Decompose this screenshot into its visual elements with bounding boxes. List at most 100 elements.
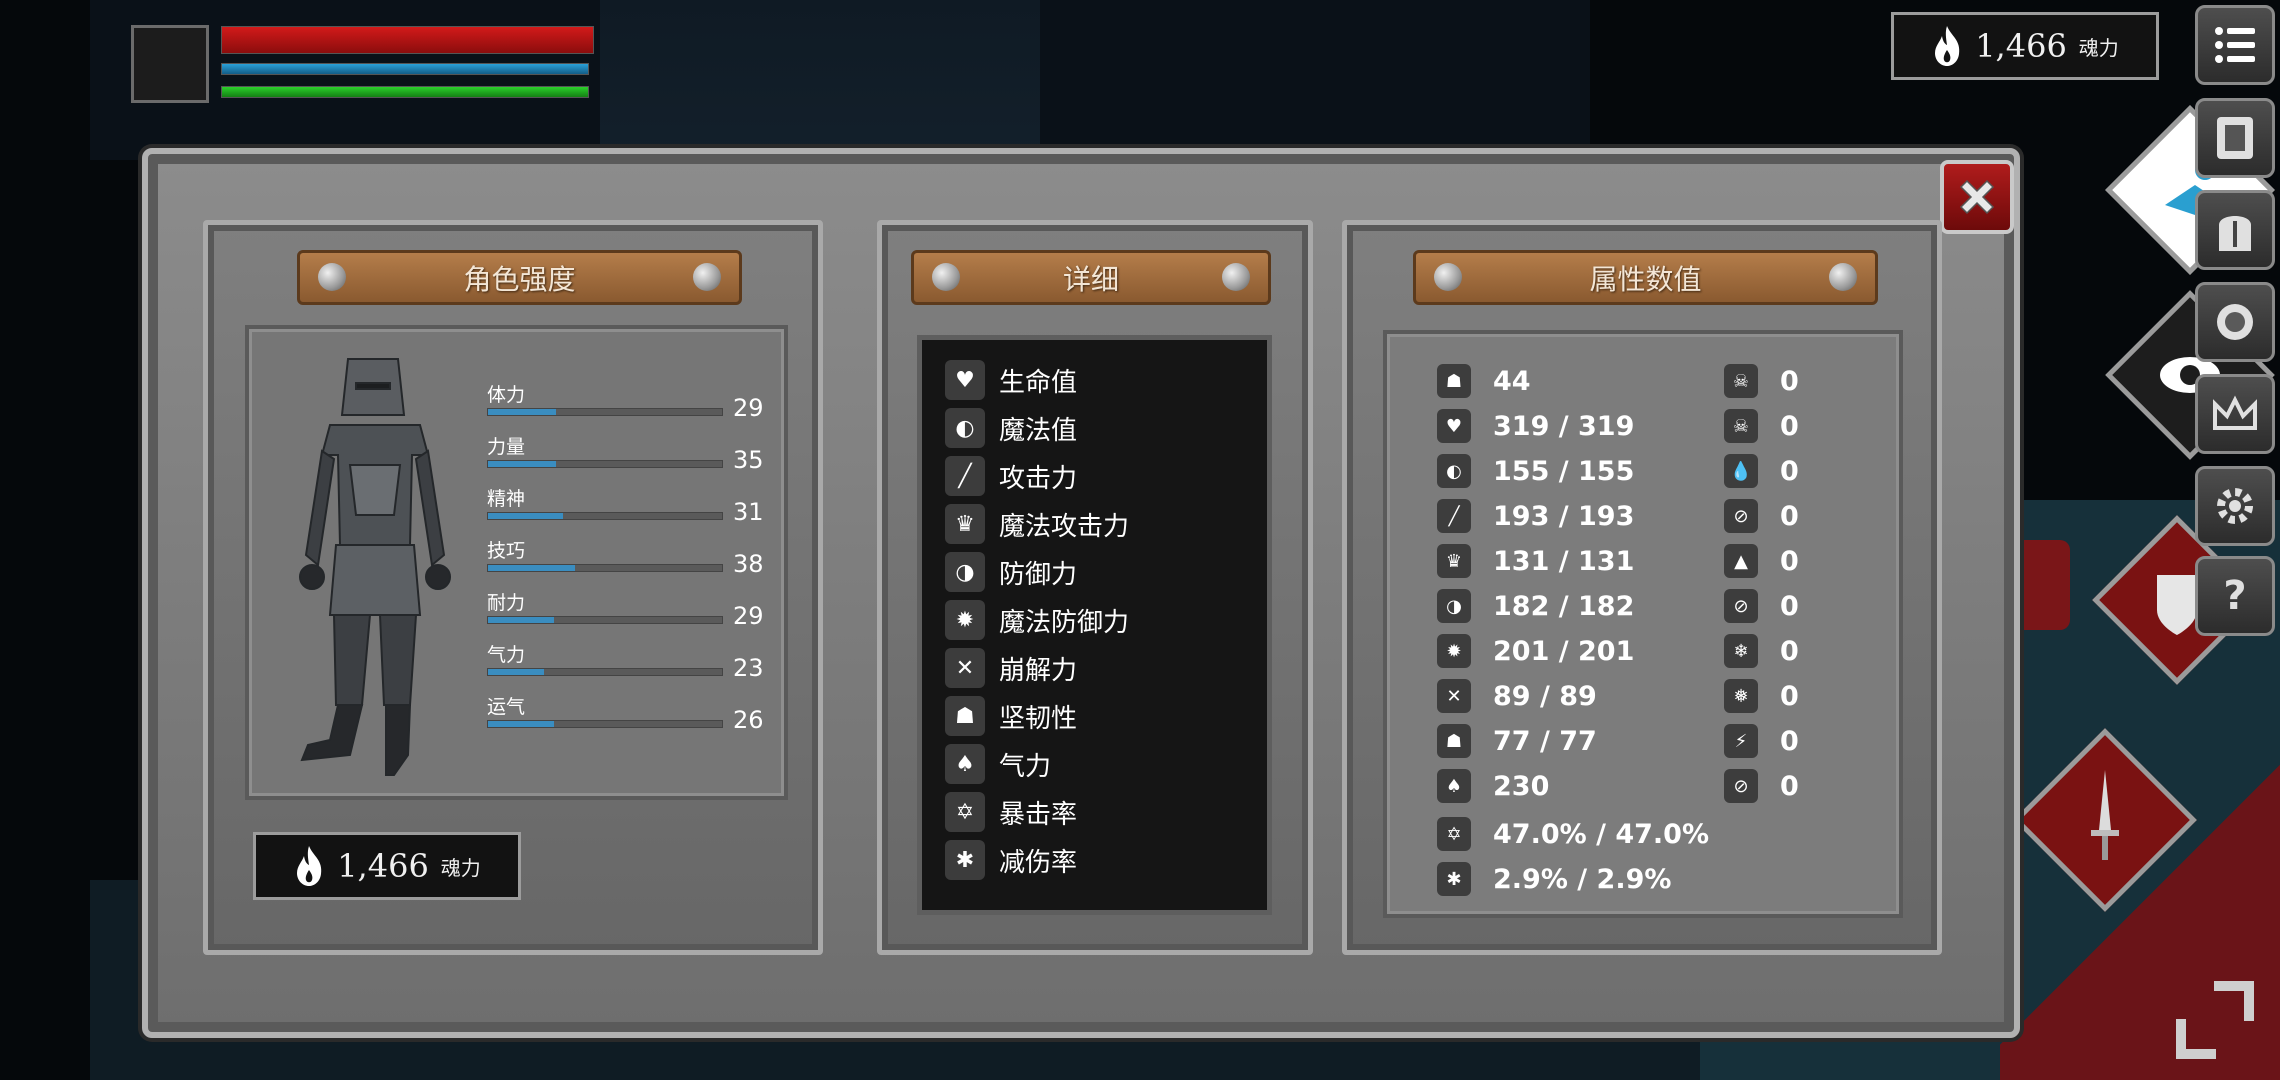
attr-value: 0	[1780, 500, 1799, 532]
detail-row-hp: ♥ 生命值	[945, 358, 1077, 402]
detail-row-magic-defense: ✹ 魔法防御力	[945, 598, 1129, 642]
helmet-level-icon: ☗	[1437, 364, 1471, 398]
detail-row-mp: ◐ 魔法值	[945, 406, 1077, 450]
stat-bar	[487, 564, 723, 572]
attr-value: 0	[1780, 725, 1799, 757]
menu-button[interactable]	[2195, 5, 2275, 85]
attr-value: 2.9% / 2.9%	[1493, 863, 1672, 895]
stat-label: 体力	[487, 384, 526, 406]
attribute-panel-title: 属性数值	[1589, 262, 1702, 296]
character-soul-amount: 1,466	[337, 847, 429, 885]
attr-value: 319 / 319	[1493, 410, 1635, 442]
head-icon: ◐	[1437, 454, 1471, 488]
flame-icon	[297, 846, 322, 886]
attr-poison: ☠ 0	[1724, 362, 1799, 400]
player-portrait	[131, 25, 209, 103]
detail-label: 魔法攻击力	[999, 511, 1130, 542]
flame-icon	[1935, 26, 1960, 66]
orb-button[interactable]	[2195, 282, 2275, 362]
sword-icon: ╱	[945, 456, 985, 496]
stat-row-skill: 技巧 38	[487, 536, 767, 578]
detail-row-magic-attack: ♛ 魔法攻击力	[945, 502, 1129, 546]
star-burst-icon: ✡	[945, 792, 985, 832]
lightning-icon: ⚡	[1724, 724, 1758, 758]
attr-value: 182 / 182	[1493, 590, 1635, 622]
attr-value: 155 / 155	[1493, 455, 1635, 487]
detail-row-defense: ◑ 防御力	[945, 550, 1077, 594]
detail-label: 减伤率	[999, 847, 1078, 878]
magic-shield-icon: ✹	[1437, 634, 1471, 668]
attr-value: 0	[1780, 770, 1799, 802]
shield-icon: ◑	[945, 552, 985, 592]
orb-icon	[2217, 304, 2253, 340]
detail-row-damage-reduction: ✱ 减伤率	[945, 838, 1077, 882]
help-icon: ?	[2223, 573, 2247, 619]
attr-value: 0	[1780, 680, 1799, 712]
fire-slash-icon: ⊘	[1724, 589, 1758, 623]
stat-row-stamina: 体力 29	[487, 380, 767, 422]
attr-magic-attack: ♛ 131 / 131	[1437, 542, 1634, 580]
helmet-button-icon	[2219, 216, 2251, 251]
settings-button[interactable]	[2195, 466, 2275, 546]
drop-slash-icon: ⊘	[1724, 499, 1758, 533]
magic-shield-icon: ✹	[945, 600, 985, 640]
crown-icon	[2213, 395, 2257, 430]
detail-label: 暴击率	[999, 799, 1078, 830]
attr-value: 77 / 77	[1493, 725, 1597, 757]
attr-value: 131 / 131	[1493, 545, 1635, 577]
detail-label: 魔法值	[999, 415, 1078, 446]
detail-panel-title: 详细	[1062, 262, 1119, 296]
attr-bleed-resist: ⊘ 0	[1724, 497, 1799, 535]
detail-row-toughness: ☗ 坚韧性	[945, 694, 1077, 738]
gear-icon	[2217, 488, 2253, 524]
lungs-icon: ♠	[945, 744, 985, 784]
stat-bar	[487, 720, 723, 728]
heart-icon: ♥	[945, 360, 985, 400]
close-button[interactable]	[1940, 160, 2014, 234]
fullscreen-toggle-icon[interactable]	[2170, 975, 2260, 1065]
stat-bar	[487, 668, 723, 676]
health-bar	[221, 26, 594, 54]
sword-icon: ╱	[1437, 499, 1471, 533]
character-panel-header: 角色强度	[297, 250, 742, 305]
attr-magic-defense: ✹ 201 / 201	[1437, 632, 1634, 670]
stat-label: 气力	[487, 644, 526, 666]
attr-frost-resist: ❅ 0	[1724, 677, 1799, 715]
attr-value: 230	[1493, 770, 1550, 802]
helmet-button[interactable]	[2195, 190, 2275, 270]
attr-value: 0	[1780, 410, 1799, 442]
attr-value: 0	[1780, 455, 1799, 487]
soul-amount: 1,466	[1975, 27, 2067, 65]
close-icon	[1959, 179, 1995, 215]
attr-value: 0	[1780, 590, 1799, 622]
head-icon: ◐	[945, 408, 985, 448]
detail-panel-header: 详细	[911, 250, 1271, 305]
attr-toughness: ☗ 77 / 77	[1437, 722, 1597, 760]
character-panel-title: 角色强度	[463, 262, 576, 296]
stat-row-vigor: 气力 23	[487, 640, 767, 682]
snowflake-icon: ❄	[1724, 634, 1758, 668]
crown-button[interactable]	[2195, 374, 2275, 454]
help-button[interactable]: ?	[2195, 556, 2275, 636]
stat-row-strength: 力量 35	[487, 432, 767, 474]
break-icon: ✕	[1437, 679, 1471, 713]
attr-frost: ❄ 0	[1724, 632, 1799, 670]
character-card-icon	[2217, 117, 2253, 159]
menu-icon	[2215, 27, 2255, 63]
guard-shield-icon: ✱	[945, 840, 985, 880]
heart-icon: ♥	[1437, 409, 1471, 443]
attr-value: 0	[1780, 365, 1799, 397]
stat-value: 23	[733, 654, 764, 682]
break-icon: ✕	[945, 648, 985, 688]
detail-label: 坚韧性	[999, 703, 1078, 734]
helmet-icon: ☗	[1437, 724, 1471, 758]
attr-poison-resist: ☠ 0	[1724, 407, 1799, 445]
soul-unit: 魂力	[2078, 35, 2119, 60]
stat-value: 29	[733, 602, 764, 630]
stat-bar	[487, 512, 723, 520]
detail-label: 攻击力	[999, 463, 1078, 494]
character-card-button[interactable]	[2195, 98, 2275, 178]
attr-value: 0	[1780, 635, 1799, 667]
drop-icon: 💧	[1724, 454, 1758, 488]
detail-row-attack: ╱ 攻击力	[945, 454, 1077, 498]
